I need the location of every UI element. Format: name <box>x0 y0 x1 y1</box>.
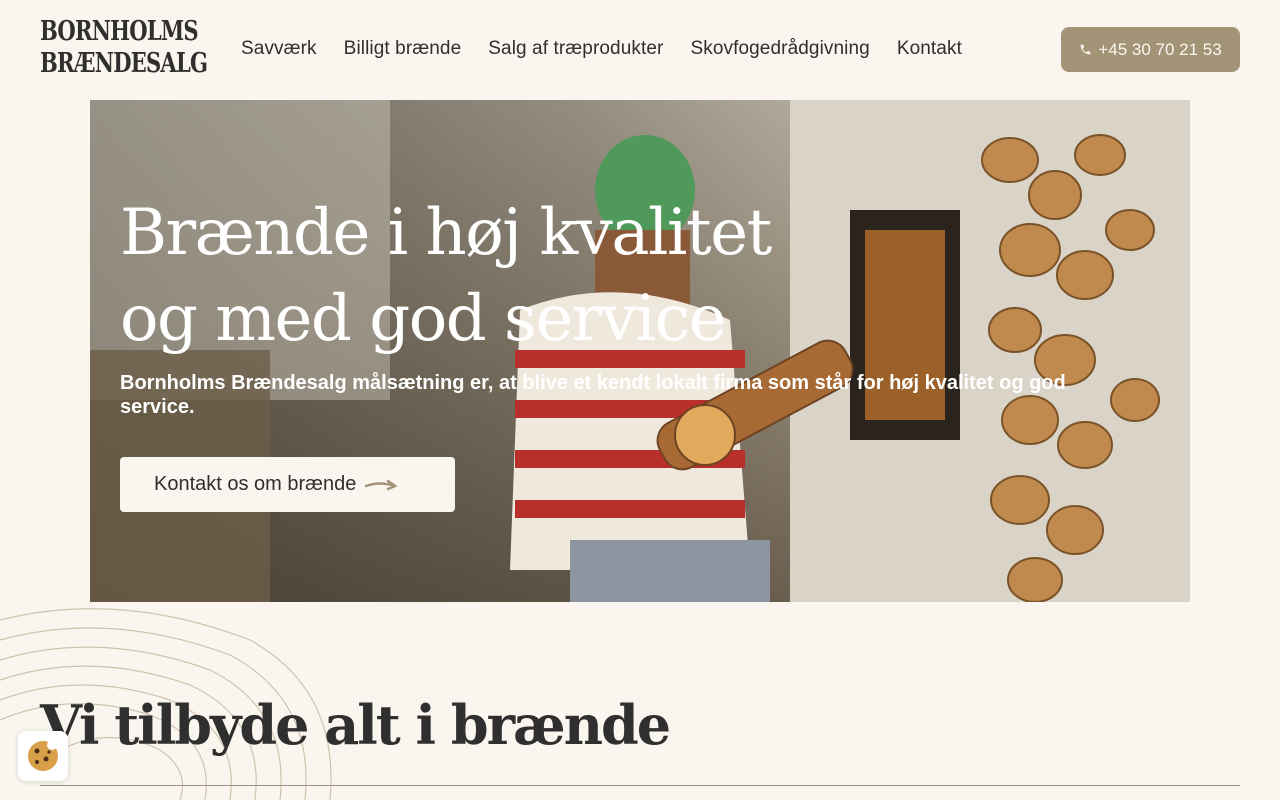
section-divider <box>40 785 1240 786</box>
site-logo[interactable]: BORNHOLMS BRÆNDESALG <box>40 16 208 80</box>
phone-number: +45 30 70 21 53 <box>1098 39 1222 59</box>
arrow-right-icon <box>365 479 398 490</box>
hero-banner: Brænde i høj kvalitet og med god service… <box>90 100 1190 602</box>
hero-subtitle: Bornholms Brændesalg målsætning er, at b… <box>120 372 1066 418</box>
nav-item-savvaerk[interactable]: Savværk <box>241 36 317 62</box>
nav-item-salg-af-traeprodukter[interactable]: Salg af træprodukter <box>488 36 663 62</box>
phone-button[interactable]: +45 30 70 21 53 <box>1061 27 1240 72</box>
cookie-icon <box>28 740 58 771</box>
hero-title: Brænde i høj kvalitet og med god service <box>120 196 772 356</box>
main-nav: Savværk Billigt brænde Salg af træproduk… <box>241 36 962 62</box>
logo-line-1: BORNHOLMS <box>40 16 199 47</box>
cta-label: Kontakt os om brænde <box>154 473 357 495</box>
nav-item-skovfogedraadgivning[interactable]: Skovfogedrådgivning <box>690 36 869 62</box>
nav-item-billigt-braende[interactable]: Billigt brænde <box>344 36 462 62</box>
cookie-consent-button[interactable] <box>18 731 68 781</box>
nav-item-kontakt[interactable]: Kontakt <box>897 36 962 62</box>
logo-line-2: BRÆNDESALG <box>40 48 208 79</box>
phone-icon <box>1080 44 1091 55</box>
section-title: Vi tilbyde alt i brænde <box>40 693 671 757</box>
contact-cta-button[interactable]: Kontakt os om brænde <box>120 457 455 512</box>
